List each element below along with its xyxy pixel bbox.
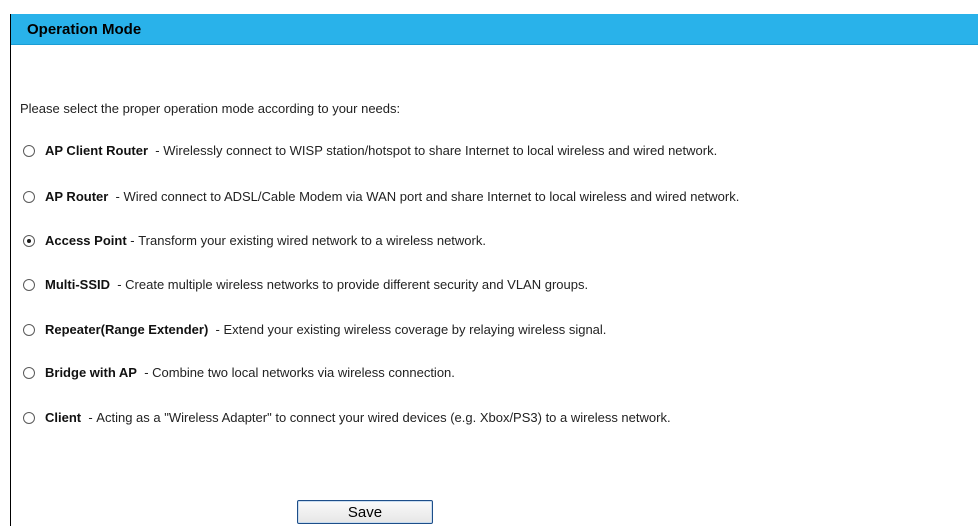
mode-option-repeater[interactable]: Repeater(Range Extender) - Extend your e… — [23, 321, 606, 339]
mode-name: Multi-SSID — [45, 277, 110, 292]
mode-name: Bridge with AP — [45, 365, 137, 380]
operation-mode-panel: Operation Mode Please select the proper … — [10, 14, 978, 526]
radio-button[interactable] — [23, 235, 35, 247]
mode-option-ap-router[interactable]: AP Router - Wired connect to ADSL/Cable … — [23, 188, 739, 206]
radio-button[interactable] — [23, 191, 35, 203]
mode-separator: - — [126, 233, 139, 248]
mode-option-access-point[interactable]: Access Point - Transform your existing w… — [23, 232, 486, 250]
mode-name: AP Client Router — [45, 143, 149, 158]
mode-description: Create multiple wireless networks to pro… — [125, 277, 589, 292]
mode-separator: - — [108, 189, 124, 204]
mode-option-ap-client-router[interactable]: AP Client Router - Wirelessly connect to… — [23, 142, 717, 160]
mode-name: AP Router — [45, 189, 109, 204]
mode-separator: - — [81, 410, 97, 425]
radio-button[interactable] — [23, 367, 35, 379]
mode-description: Extend your existing wireless coverage b… — [223, 322, 607, 337]
mode-separator: - — [148, 143, 164, 158]
mode-option-client[interactable]: Client - Acting as a "Wireless Adapter" … — [23, 409, 671, 427]
save-button[interactable]: Save — [297, 500, 433, 524]
mode-option-multi-ssid[interactable]: Multi-SSID - Create multiple wireless ne… — [23, 276, 588, 294]
title-bar: Operation Mode — [11, 14, 978, 45]
radio-button[interactable] — [23, 412, 35, 424]
mode-name: Access Point — [45, 233, 127, 248]
radio-button[interactable] — [23, 279, 35, 291]
mode-separator: - — [110, 277, 126, 292]
mode-name: Repeater(Range Extender) — [45, 322, 209, 337]
radio-button[interactable] — [23, 324, 35, 336]
page-title: Operation Mode — [27, 21, 142, 38]
mode-separator: - — [208, 322, 224, 337]
instruction-text: Please select the proper operation mode … — [20, 101, 401, 116]
mode-description: Wirelessly connect to WISP station/hotsp… — [163, 143, 718, 158]
mode-name: Client — [45, 410, 82, 425]
mode-description: Transform your existing wired network to… — [138, 233, 486, 248]
radio-button[interactable] — [23, 145, 35, 157]
mode-description: Combine two local networks via wireless … — [152, 365, 455, 380]
mode-separator: - — [136, 365, 153, 380]
mode-option-bridge-with-ap[interactable]: Bridge with AP - Combine two local netwo… — [23, 364, 455, 382]
mode-description: Wired connect to ADSL/Cable Modem via WA… — [123, 189, 740, 204]
mode-description: Acting as a "Wireless Adapter" to connec… — [96, 410, 671, 425]
